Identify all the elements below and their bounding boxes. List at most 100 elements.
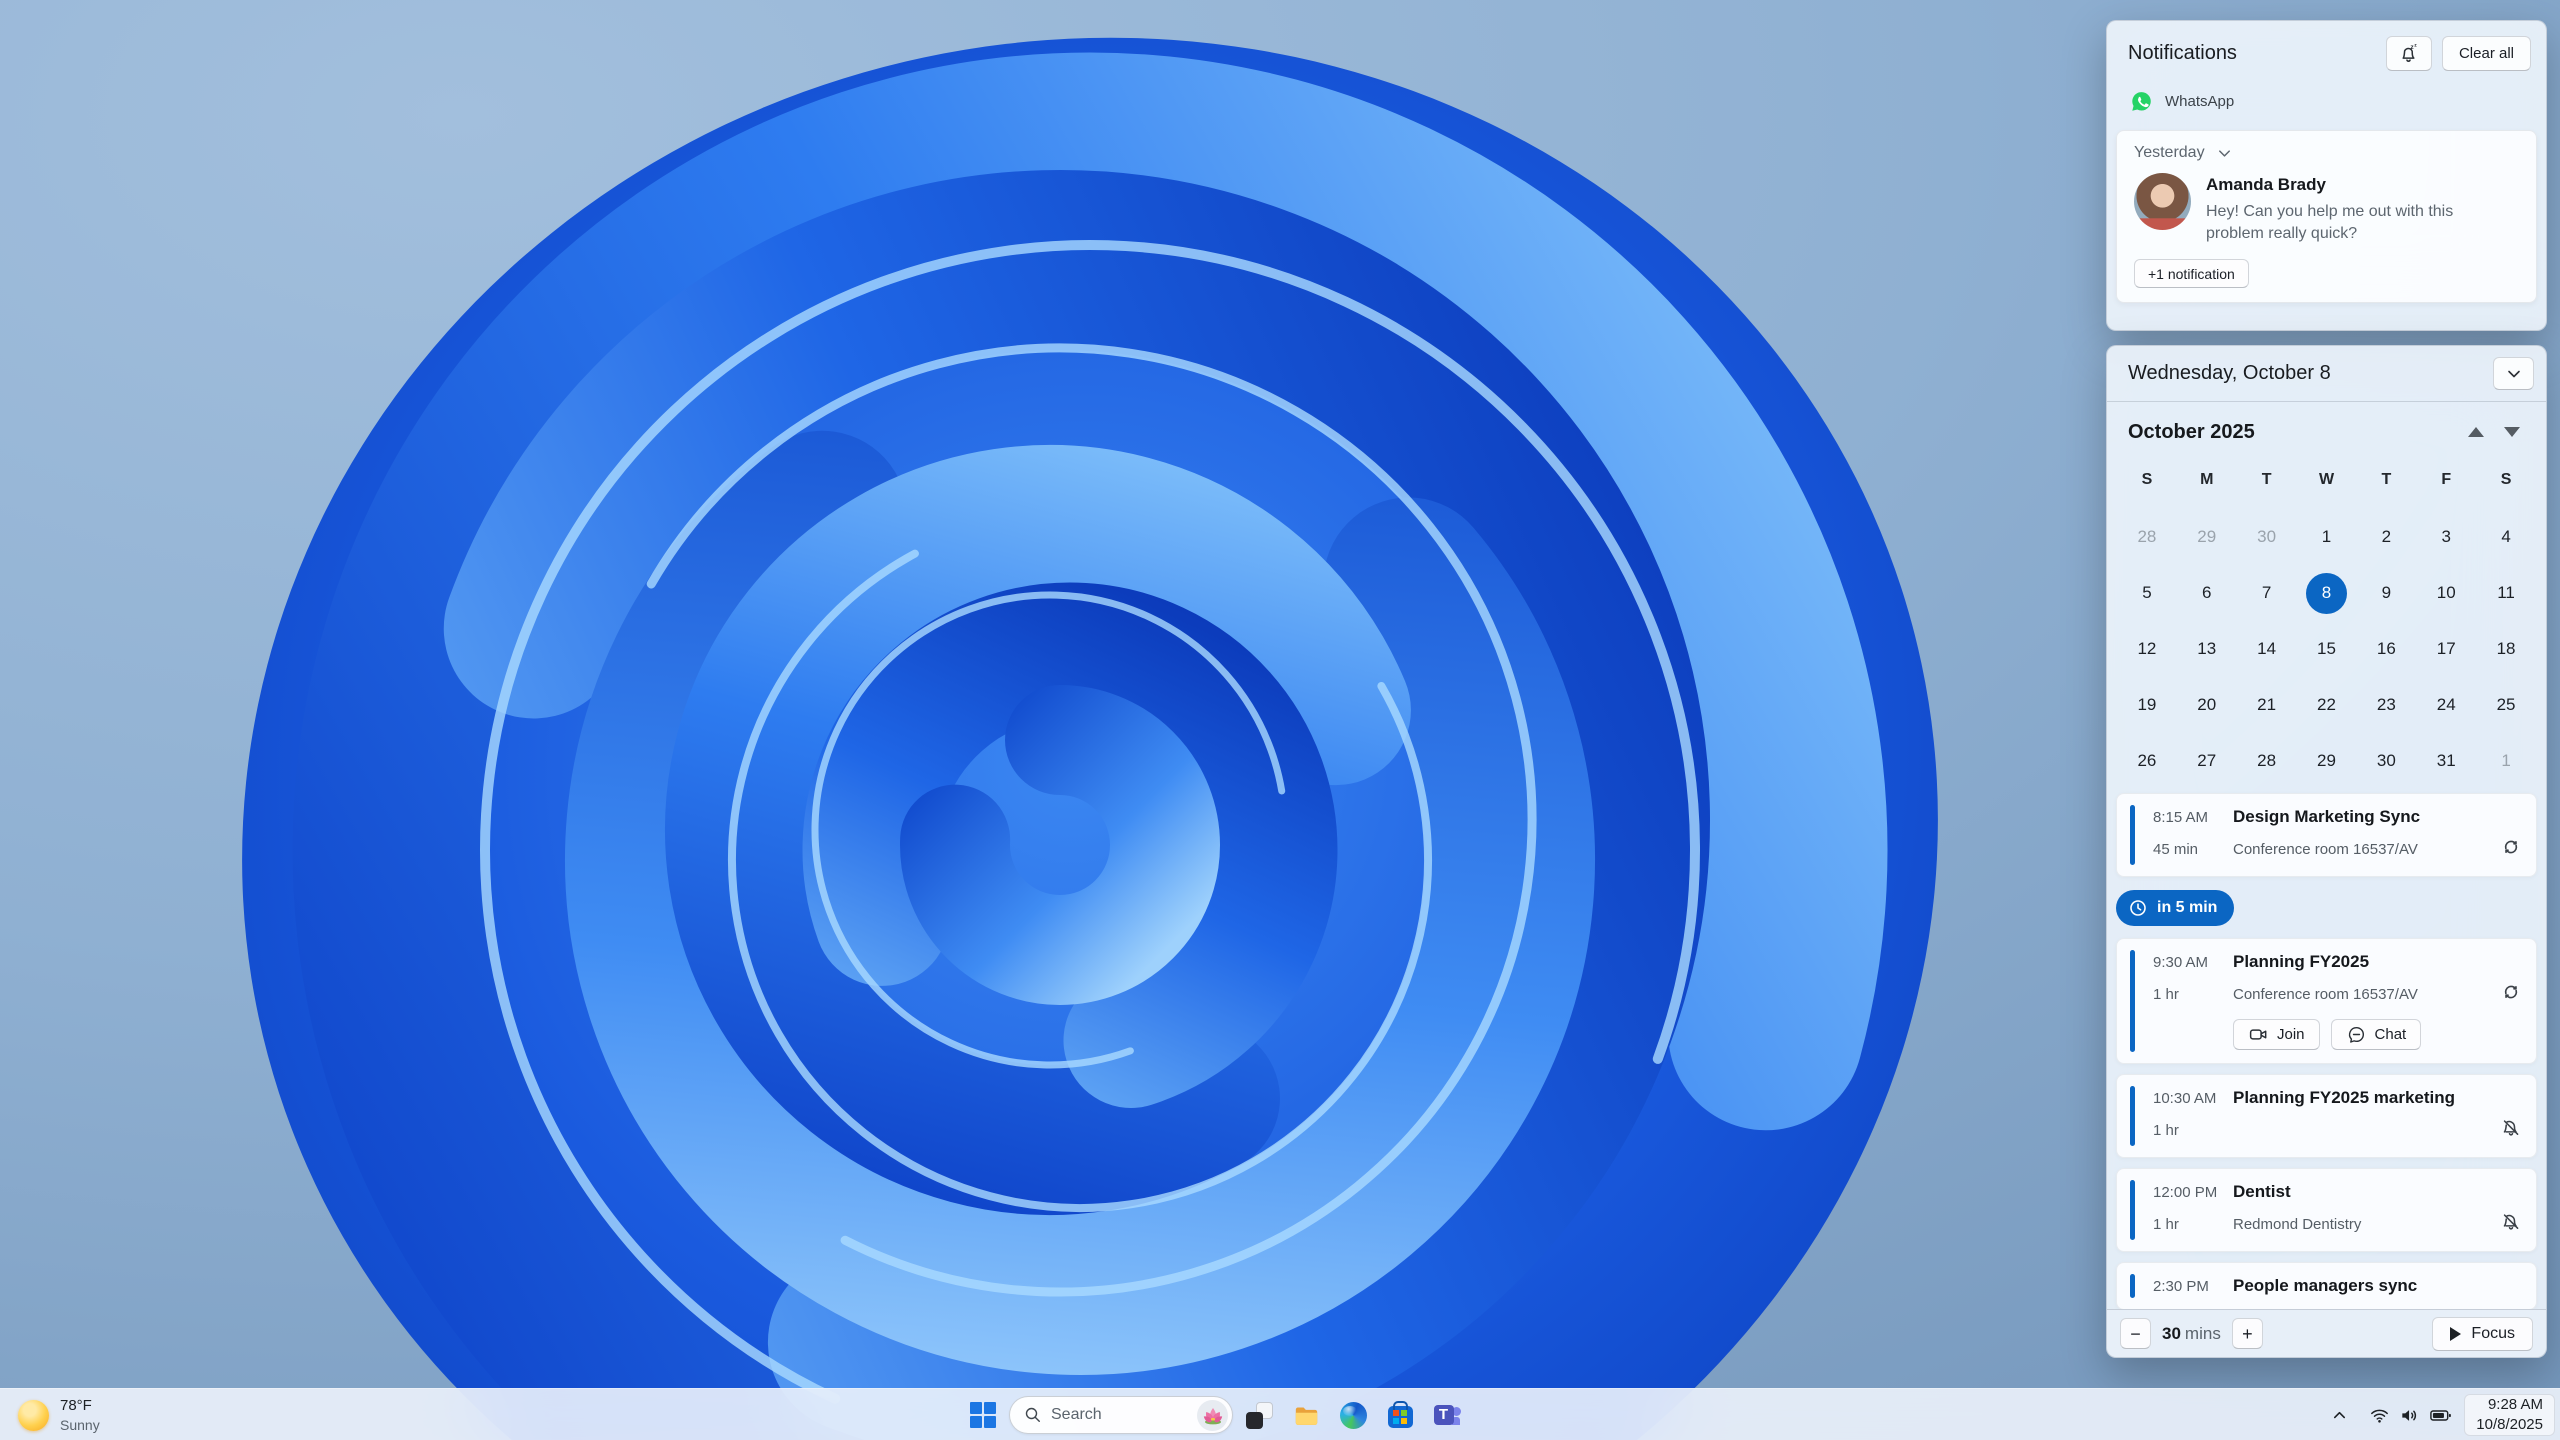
calendar-day[interactable]: 11 [2476, 565, 2536, 621]
file-explorer-button[interactable] [1285, 1394, 1327, 1436]
calendar-date-header: Wednesday, October 8 [2107, 346, 2546, 402]
calendar-day[interactable]: 30 [2356, 733, 2416, 789]
calendar-day[interactable]: 29 [2297, 733, 2357, 789]
clear-all-button[interactable]: Clear all [2441, 36, 2531, 71]
widgets-weather-button[interactable]: 78°F Sunny [6, 1393, 112, 1437]
event-duration: 1 hr [2153, 1216, 2179, 1233]
calendar-day[interactable]: 10 [2416, 565, 2476, 621]
calendar-day[interactable]: 7 [2237, 565, 2297, 621]
event-title: Dentist [2233, 1182, 2291, 1201]
calendar-day[interactable]: 1 [2476, 733, 2536, 789]
calendar-day[interactable]: 26 [2117, 733, 2177, 789]
calendar-day[interactable]: 18 [2476, 621, 2536, 677]
tray-overflow-button[interactable] [2322, 1395, 2357, 1435]
notification-card[interactable]: Yesterday Amanda Brady Hey! Can you help… [2116, 130, 2537, 303]
event-card[interactable]: 10:30 AM Planning FY2025 marketing 1 hr [2116, 1074, 2537, 1158]
calendar-day[interactable]: 13 [2177, 621, 2237, 677]
event-duration: 1 hr [2153, 986, 2179, 1003]
chevron-down-icon[interactable] [2216, 145, 2233, 162]
more-notifications-button[interactable]: +1 notification [2134, 259, 2249, 289]
calendar-day[interactable]: 1 [2297, 509, 2357, 565]
search-input[interactable] [1051, 1406, 1189, 1424]
microsoft-store-button[interactable] [1379, 1394, 1421, 1436]
event-accent-bar [2130, 1180, 2135, 1240]
calendar-day[interactable]: 5 [2117, 565, 2177, 621]
chat-button-label: Chat [2374, 1026, 2407, 1043]
notification-app-group[interactable]: WhatsApp [2107, 77, 2546, 117]
calendar-day[interactable]: 20 [2177, 677, 2237, 733]
task-view-button[interactable] [1238, 1394, 1280, 1436]
join-button[interactable]: Join [2233, 1019, 2320, 1050]
bell-off-icon [2500, 1117, 2522, 1139]
network-volume-battery-button[interactable] [2360, 1395, 2461, 1435]
calendar-day[interactable]: 3 [2416, 509, 2476, 565]
calendar-day[interactable]: 9 [2356, 565, 2416, 621]
calendar-day[interactable]: 29 [2177, 509, 2237, 565]
calendar-day[interactable]: 25 [2476, 677, 2536, 733]
system-tray: 9:28 AM 10/8/2025 [2322, 1394, 2555, 1436]
calendar-day[interactable]: 22 [2297, 677, 2357, 733]
calendar-day[interactable]: 17 [2416, 621, 2476, 677]
calendar-day[interactable]: 4 [2476, 509, 2536, 565]
teams-button[interactable]: T [1426, 1394, 1468, 1436]
weather-temperature: 78°F [60, 1397, 92, 1415]
event-accent-bar [2130, 1274, 2135, 1298]
calendar-day[interactable]: 31 [2416, 733, 2476, 789]
calendar-day[interactable]: 28 [2237, 733, 2297, 789]
battery-icon [2429, 1404, 2452, 1427]
focus-button[interactable]: Focus [2432, 1316, 2533, 1351]
reminder-badge: in 5 min [2116, 890, 2235, 926]
event-location: Redmond Dentistry [2233, 1216, 2362, 1233]
calendar-day[interactable]: 6 [2177, 565, 2237, 621]
calendar-day[interactable]: 14 [2237, 621, 2297, 677]
calendar-day[interactable]: 28 [2117, 509, 2177, 565]
weekday-header: T [2381, 471, 2392, 488]
increase-duration-button[interactable]: + [2231, 1318, 2263, 1349]
next-month-button[interactable] [2494, 417, 2530, 447]
notification-body: Amanda Brady Hey! Can you help me out wi… [2134, 173, 2519, 245]
calendar-day[interactable]: 12 [2117, 621, 2177, 677]
clock-button[interactable]: 9:28 AM 10/8/2025 [2464, 1394, 2555, 1436]
event-title: Planning FY2025 marketing [2233, 1088, 2456, 1107]
taskbar: 78°F Sunny Search T 9:28 AM 10/8/2025 [0, 1388, 2560, 1440]
weekday-header: T [2261, 471, 2272, 488]
calendar-day[interactable]: 24 [2416, 677, 2476, 733]
chat-button[interactable]: Chat [2330, 1019, 2422, 1050]
calendar-day[interactable]: 16 [2356, 621, 2416, 677]
event-card[interactable]: 2:30 PM People managers sync [2116, 1262, 2537, 1309]
event-card[interactable]: 9:30 AM Planning FY2025 1 hr Conference roo… [2116, 938, 2537, 1064]
focus-button-label: Focus [2471, 1324, 2515, 1342]
start-button[interactable] [962, 1394, 1004, 1436]
weekday-header: S [2500, 471, 2512, 488]
calendar-day[interactable]: 21 [2237, 677, 2297, 733]
play-icon [2450, 1326, 2462, 1341]
event-time: 9:30 AM [2153, 953, 2209, 971]
calendar-day[interactable]: 27 [2177, 733, 2237, 789]
calendar-day[interactable]: 19 [2117, 677, 2177, 733]
bell-off-icon [2500, 1211, 2522, 1233]
reminder-row: in 5 min [2116, 887, 2537, 928]
calendar-day[interactable]: 15 [2297, 621, 2357, 677]
calendar-month-row: October 2025 [2107, 402, 2546, 449]
search-box[interactable] [1009, 1396, 1233, 1434]
chevron-up-icon [2331, 1407, 2348, 1424]
event-title: Planning FY2025 [2233, 952, 2370, 971]
do-not-disturb-button[interactable]: z z [2385, 36, 2432, 71]
edge-button[interactable] [1332, 1394, 1374, 1436]
calendar-day-selected[interactable]: 8 [2297, 565, 2357, 621]
decrease-duration-button[interactable]: − [2120, 1318, 2151, 1349]
calendar-day[interactable]: 23 [2356, 677, 2416, 733]
event-card[interactable]: 8:15 AM Design Marketing Sync 45 min Confer… [2116, 793, 2537, 877]
event-time: 8:15 AM [2153, 808, 2209, 826]
calendar-day[interactable]: 2 [2356, 509, 2416, 565]
collapse-calendar-button[interactable] [2493, 357, 2534, 390]
event-title: People managers sync [2233, 1276, 2418, 1295]
event-card[interactable]: 12:00 PM Dentist 1 hr Redmond Dentistry [2116, 1168, 2537, 1252]
previous-month-button[interactable] [2458, 417, 2494, 447]
event-time: 12:00 PM [2153, 1183, 2218, 1201]
calendar-day[interactable]: 30 [2237, 509, 2297, 565]
notifications-panel: Notifications z z Clear all WhatsApp Yes… [2106, 20, 2547, 331]
selected-date-label: Wednesday, October 8 [2128, 362, 2331, 384]
time-group-row: Yesterday [2134, 144, 2519, 162]
repeat-icon [2500, 836, 2522, 858]
